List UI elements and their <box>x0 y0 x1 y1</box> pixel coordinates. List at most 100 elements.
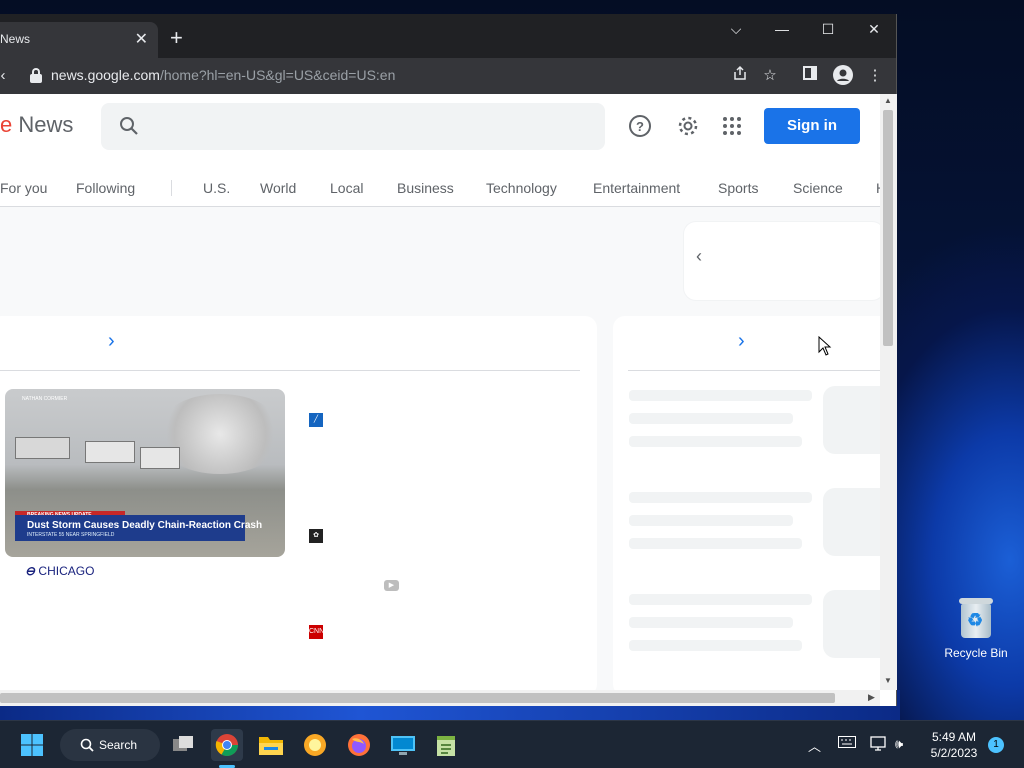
loading-placeholder <box>629 492 812 503</box>
tab-search-icon[interactable]: ⌵ <box>713 14 759 44</box>
url-host: news.google.com <box>51 67 160 83</box>
tab-google-news[interactable]: News ✕ <box>0 22 158 58</box>
recycle-bin-label: Recycle Bin <box>944 646 1008 660</box>
url-path: /home?hl=en-US&gl=US&ceid=US:en <box>159 67 396 83</box>
side-panel-icon[interactable] <box>799 65 821 87</box>
chevron-left-icon[interactable]: ‹ <box>696 246 702 267</box>
nav-technology[interactable]: Technology <box>486 180 557 196</box>
chevron-right-icon[interactable]: › <box>108 330 115 353</box>
search-input[interactable] <box>101 103 605 150</box>
trailer-shape <box>15 437 70 459</box>
search-icon <box>120 117 138 135</box>
notification-badge[interactable]: 1 <box>988 737 1004 753</box>
loading-placeholder <box>823 386 880 454</box>
video-play-icon[interactable]: ▶ <box>384 580 399 591</box>
recycle-bin-icon: ♻ <box>957 596 995 640</box>
vertical-scrollbar[interactable]: ▲ ▼ <box>880 94 897 690</box>
browser-window: News ✕ + ⌵ — ☐ ✕ ‹ news.google.com/home?… <box>0 14 897 706</box>
help-icon[interactable]: ? <box>628 114 652 138</box>
google-news-page: e News ? Sign in For you Following U.S. … <box>0 94 880 690</box>
settings-gear-icon[interactable] <box>676 114 700 138</box>
network-icon[interactable] <box>870 736 888 755</box>
source-chicago-logo[interactable]: ⊖ CHICAGO <box>25 564 94 578</box>
file-explorer-icon[interactable] <box>255 729 287 761</box>
task-view-icon[interactable] <box>167 729 199 761</box>
story-thumbnail[interactable]: NATHAN CORMIER BREAKING NEWS UPDATE Dust… <box>5 389 285 557</box>
tab-close-icon[interactable]: ✕ <box>135 29 148 49</box>
minimize-button[interactable]: — <box>759 14 805 44</box>
volume-icon[interactable]: 🕪 <box>895 736 903 752</box>
address-bar: ‹ news.google.com/home?hl=en-US&gl=US&ce… <box>0 58 896 94</box>
loading-placeholder <box>823 590 880 658</box>
bookmark-star-icon[interactable]: ☆ <box>759 65 781 87</box>
nav-business[interactable]: Business <box>397 180 454 196</box>
show-hidden-icons-chevron-icon[interactable]: ︿ <box>808 736 821 755</box>
nav-following[interactable]: Following <box>76 180 135 196</box>
recycle-bin-shortcut[interactable]: ♻ Recycle Bin <box>940 596 1012 660</box>
loading-placeholder <box>629 436 802 447</box>
start-button[interactable] <box>16 729 48 761</box>
scroll-right-arrow-icon[interactable]: ▶ <box>868 692 875 703</box>
taskbar-search[interactable]: Search <box>60 729 160 761</box>
svg-text:?: ? <box>636 119 644 134</box>
search-icon <box>80 738 94 752</box>
sign-in-button[interactable]: Sign in <box>764 108 860 144</box>
reload-icon[interactable]: ‹ <box>0 65 14 87</box>
sidebar-card: › <box>613 316 880 690</box>
firefox-icon[interactable] <box>343 729 375 761</box>
loading-placeholder <box>629 413 793 424</box>
loading-placeholder <box>629 515 793 526</box>
loading-placeholder <box>629 538 802 549</box>
chrome-taskbar-icon[interactable] <box>211 729 243 761</box>
nav-sports[interactable]: Sports <box>718 180 758 196</box>
new-tab-button[interactable]: + <box>170 26 183 50</box>
browser-menu-icon[interactable]: ⋮ <box>864 65 886 87</box>
apps-grid-icon[interactable] <box>720 114 744 138</box>
nav-us[interactable]: U.S. <box>203 180 230 196</box>
nav-world[interactable]: World <box>260 180 296 196</box>
nav-divider <box>171 180 172 196</box>
notepad-icon[interactable] <box>430 729 462 761</box>
clock-date: 5/2/2023 <box>930 746 978 760</box>
taskbar: Search ︿ 🕪 5:49 AM 5/2/2023 1 <box>0 720 1024 768</box>
nav-for-you[interactable]: For you <box>0 180 47 196</box>
keyboard-icon[interactable] <box>838 736 856 751</box>
close-window-button[interactable]: ✕ <box>851 14 897 44</box>
chevron-right-icon[interactable]: › <box>738 330 745 353</box>
horizontal-scrollbar[interactable]: ▶ <box>0 690 880 706</box>
loading-placeholder <box>629 594 812 605</box>
tab-title: News <box>0 32 31 46</box>
app-icon-yellow[interactable] <box>299 729 331 761</box>
scroll-thumb[interactable] <box>0 693 835 703</box>
windows-logo-icon <box>21 734 43 756</box>
story-headline: Dust Storm Causes Deadly Chain-Reaction … <box>27 520 263 531</box>
source-logo-icon: ╱ <box>309 413 323 427</box>
story-subline: INTERSTATE 55 NEAR SPRINGFIELD <box>27 532 115 538</box>
google-news-logo[interactable]: e News <box>0 112 73 138</box>
divider <box>0 370 580 371</box>
scroll-up-arrow-icon[interactable]: ▲ <box>884 96 892 105</box>
truck-shape <box>140 447 180 469</box>
mouse-pointer-icon <box>818 336 832 356</box>
maximize-button[interactable]: ☐ <box>805 14 851 44</box>
nbc-peacock-icon: ✿ <box>309 529 323 543</box>
system-clock[interactable]: 5:49 AM 5/2/2023 <box>926 729 982 761</box>
nav-local[interactable]: Local <box>330 180 363 196</box>
loading-placeholder <box>823 488 880 556</box>
tab-strip: News ✕ + ⌵ — ☐ ✕ <box>0 14 896 58</box>
loading-placeholder <box>629 640 802 651</box>
search-label: Search <box>99 738 138 752</box>
share-icon[interactable] <box>729 65 751 87</box>
url-field[interactable]: news.google.com/home?hl=en-US&gl=US&ceid… <box>51 67 395 83</box>
nav-entertainment[interactable]: Entertainment <box>593 180 680 196</box>
remote-desktop-icon[interactable] <box>387 729 419 761</box>
nav-science[interactable]: Science <box>793 180 843 196</box>
scroll-down-arrow-icon[interactable]: ▼ <box>884 676 892 685</box>
loading-placeholder <box>629 390 812 401</box>
profile-icon[interactable] <box>832 65 854 87</box>
scroll-thumb[interactable] <box>883 110 893 346</box>
weather-carousel-card: ‹ <box>684 222 880 300</box>
photo-credit: NATHAN CORMIER <box>22 396 68 402</box>
lock-icon[interactable] <box>30 68 42 83</box>
loading-placeholder <box>629 617 793 628</box>
